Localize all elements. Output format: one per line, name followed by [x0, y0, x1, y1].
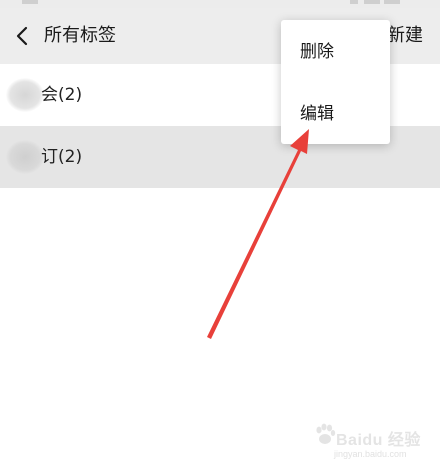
tag-label: 会(2) — [41, 85, 83, 105]
watermark-url: jingyan.baidu.com — [334, 449, 407, 459]
watermark-brand: Baidu 经验 — [336, 432, 421, 449]
edit-label: 编辑 — [300, 104, 334, 124]
redacted-avatar — [6, 78, 44, 112]
redacted-avatar — [6, 140, 44, 174]
delete-menu-item[interactable]: 删除 — [281, 26, 390, 78]
status-bar — [0, 0, 440, 8]
back-chevron-icon[interactable] — [8, 22, 36, 50]
tag-label: 订(2) — [41, 147, 83, 167]
new-tag-button[interactable]: 新建 — [387, 24, 423, 48]
status-icons-left — [22, 0, 38, 4]
page-title: 所有标签 — [44, 25, 116, 46]
watermark: Baidu 经验 jingyan.baidu.com — [314, 423, 424, 465]
edit-menu-item[interactable]: 编辑 — [281, 88, 390, 140]
status-icons-right — [350, 0, 400, 4]
baidu-paw-icon — [316, 423, 336, 444]
delete-label: 删除 — [300, 42, 334, 62]
context-menu: 删除 编辑 — [281, 20, 390, 144]
